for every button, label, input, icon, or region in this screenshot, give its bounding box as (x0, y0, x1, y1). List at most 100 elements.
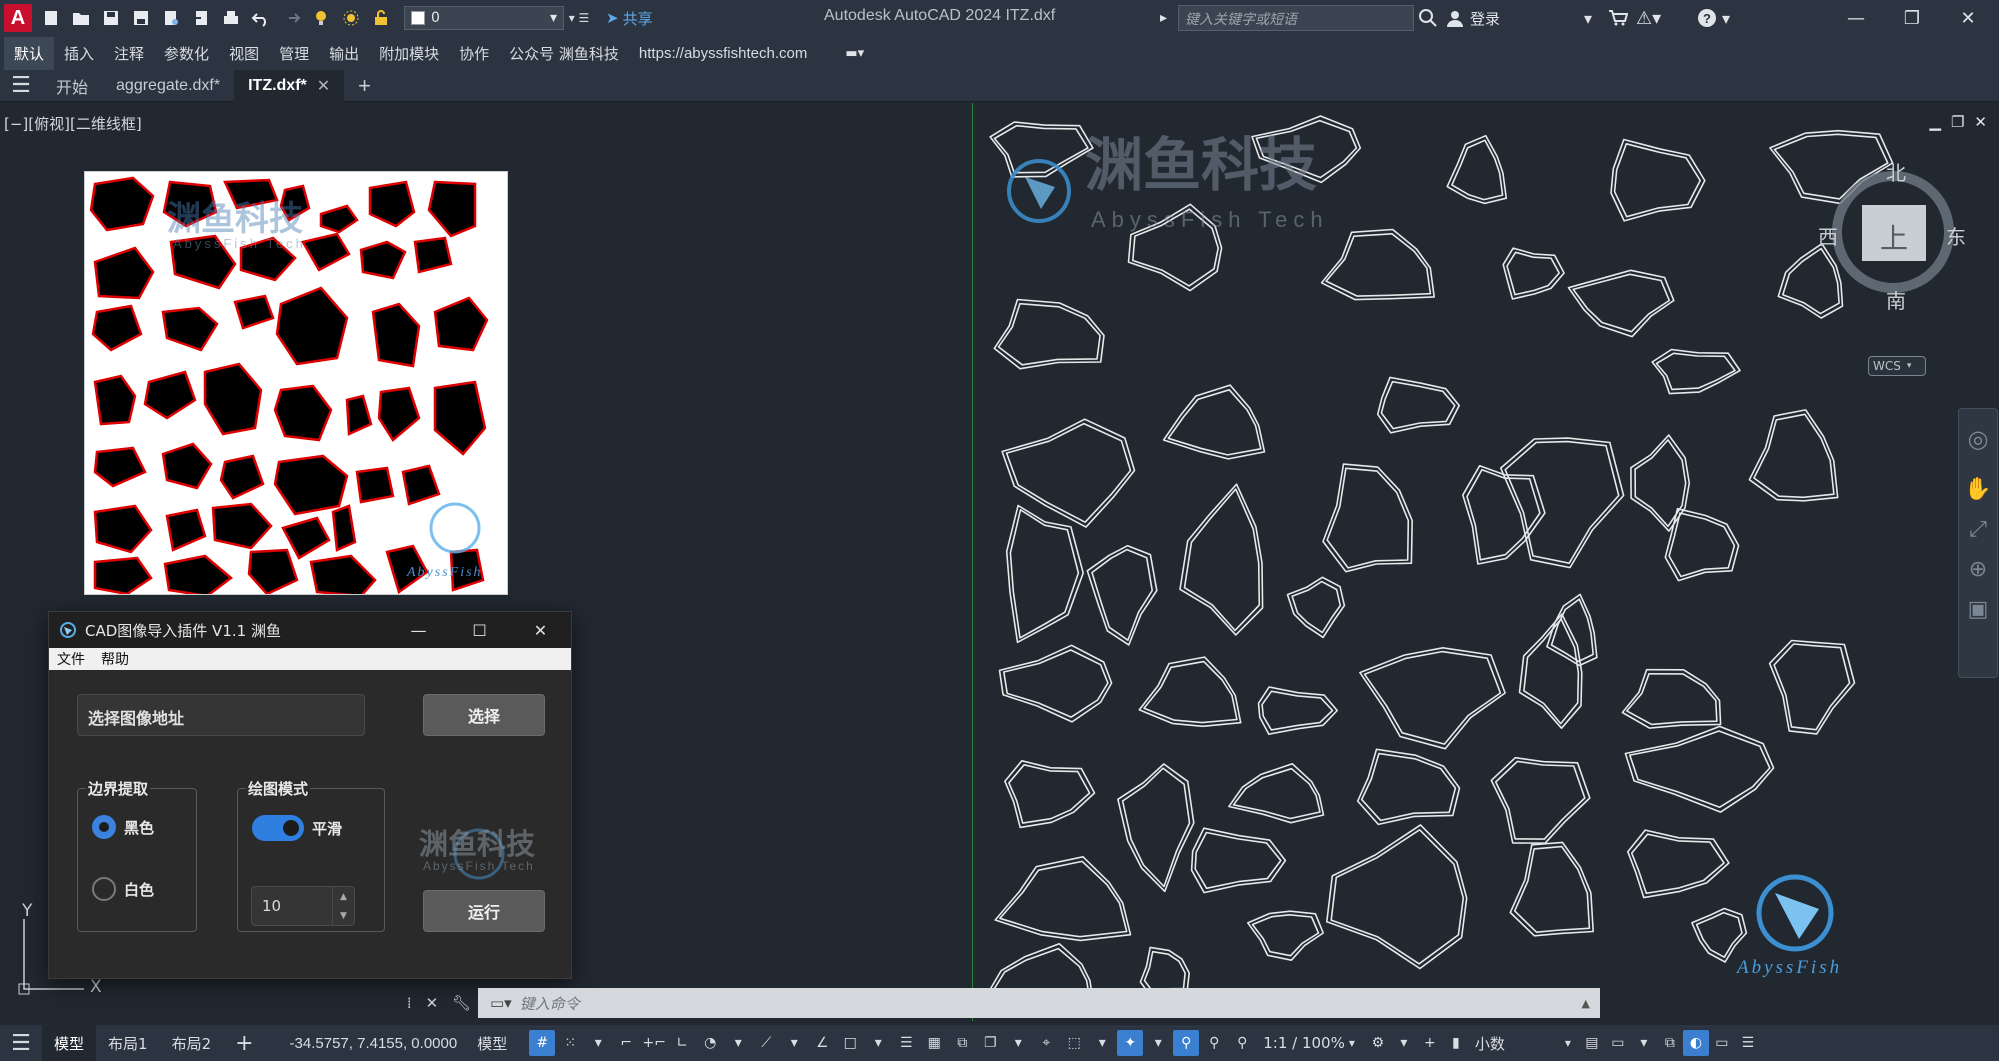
quick-properties-icon[interactable]: ▤ (1579, 1030, 1605, 1056)
clean-screen-icon[interactable]: ▭ (1709, 1030, 1735, 1056)
tab-start[interactable]: 开始 (42, 70, 102, 102)
units-dropdown[interactable]: 小数 ▾ (1475, 1033, 1571, 1054)
showmotion-icon[interactable]: ▣ (1959, 589, 1997, 629)
menu-help[interactable]: 帮助 (101, 649, 129, 669)
open-icon[interactable] (68, 5, 94, 31)
3d-osnap-icon[interactable]: ❐ (977, 1030, 1003, 1056)
menu-file[interactable]: 文件 (57, 649, 85, 669)
aggregate-outline[interactable] (1363, 650, 1502, 745)
viewport-minimize-icon[interactable]: ▁ (1929, 113, 1941, 131)
aggregate-outline[interactable] (1121, 767, 1191, 888)
lock-icon[interactable] (368, 5, 394, 31)
viewport-close-icon[interactable]: ✕ (1974, 113, 1987, 131)
close-command-icon[interactable]: ✕ (426, 994, 439, 1012)
tab-manage[interactable]: 管理 (269, 37, 319, 70)
gizmo-chevron-icon[interactable]: ▾ (1145, 1030, 1171, 1056)
dialog-maximize-icon[interactable]: ☐ (449, 612, 510, 648)
save-icon[interactable] (98, 5, 124, 31)
grid-icon[interactable]: # (529, 1030, 556, 1056)
aggregate-outline[interactable] (1513, 845, 1591, 933)
redo-icon[interactable] (278, 5, 304, 31)
search-input[interactable]: 键入关键字或短语 (1178, 5, 1414, 31)
viewcube-west[interactable]: 西 (1818, 221, 1838, 250)
workspace-chevron-icon[interactable]: ▾ (1391, 1030, 1417, 1056)
tab-file-itz[interactable]: ITZ.dxf* ✕ (234, 69, 345, 102)
aggregate-outline[interactable] (1138, 656, 1242, 728)
aggregate-outline[interactable] (1162, 384, 1266, 460)
aggregate-outline[interactable] (1502, 247, 1565, 300)
tab-view[interactable]: 视图 (219, 37, 269, 70)
login-button[interactable]: 登录 (1446, 0, 1500, 36)
annotation-scale-icon[interactable]: ⚲ (1229, 1030, 1255, 1056)
cart-icon[interactable] (1608, 0, 1628, 36)
tab-layout2[interactable]: 布局2 (160, 1025, 224, 1061)
isolate-objects-icon[interactable]: ⧉ (1657, 1030, 1683, 1056)
annotation-visibility-icon[interactable]: ⚲ (1173, 1030, 1200, 1056)
app-menu-button[interactable]: A (0, 0, 36, 36)
aggregate-outline[interactable] (1504, 440, 1620, 564)
coordinates-readout[interactable]: -34.5757, 7.4155, 0.0000 (290, 1035, 458, 1052)
polar-icon[interactable]: ◔ (697, 1030, 723, 1056)
units-icon[interactable]: ▮ (1443, 1030, 1469, 1056)
viewcube-south[interactable]: 南 (1886, 285, 1906, 314)
aggregate-outline[interactable] (1261, 690, 1334, 731)
share-button[interactable]: ➤ 共享 (606, 8, 653, 29)
annotation-scale-dropdown[interactable]: 1:1 / 100% ▾ (1263, 1034, 1355, 1052)
share-drawing-icon[interactable] (188, 5, 214, 31)
tab-collaborate[interactable]: 协作 (449, 37, 499, 70)
object-snap-icon[interactable]: □ (837, 1030, 863, 1056)
aggregate-outline[interactable] (1446, 134, 1508, 205)
smooth-toggle[interactable]: 平滑 (252, 815, 342, 841)
lightbulb-icon[interactable] (308, 5, 334, 31)
viewcube[interactable]: 北 南 西 东 上 (1818, 157, 1968, 313)
aggregate-outline[interactable] (1629, 730, 1771, 808)
isodraft-icon[interactable]: ⟋ (753, 1030, 779, 1056)
object-snap-chevron-icon[interactable]: ▾ (865, 1030, 891, 1056)
tab-output[interactable]: 输出 (319, 37, 369, 70)
layout-tabs-menu-icon[interactable]: ☰ (0, 1027, 42, 1059)
undo-icon[interactable] (248, 5, 274, 31)
viewcube-north[interactable]: 北 (1886, 157, 1906, 186)
aggregate-outline[interactable] (1748, 409, 1839, 502)
layer-dropdown[interactable]: 0 ▾ (404, 6, 564, 30)
zoom-extents-icon[interactable]: ⤢ (1959, 509, 1997, 549)
aggregate-outline[interactable] (1360, 752, 1457, 822)
selection-filter-chevron-icon[interactable]: ▾ (1089, 1030, 1115, 1056)
aggregate-outline[interactable] (1008, 764, 1091, 824)
aggregate-outline[interactable] (1655, 352, 1736, 391)
aggregate-outline[interactable] (1466, 469, 1541, 561)
aggregate-outline[interactable] (994, 856, 1132, 942)
3d-osnap-chevron-icon[interactable]: ▾ (1005, 1030, 1031, 1056)
isodraft-chevron-icon[interactable]: ▾ (781, 1030, 807, 1056)
spinbox-arrows[interactable]: ▲ ▼ (332, 887, 354, 925)
model-space-toggle[interactable]: 模型 (465, 1025, 519, 1061)
arrow-up-icon[interactable]: ▲ (340, 892, 347, 902)
aggregate-outline[interactable] (1773, 643, 1851, 731)
aggregate-outline[interactable] (1005, 422, 1132, 523)
ortho-icon[interactable]: ∟ (669, 1030, 695, 1056)
aggregate-outline[interactable] (1251, 914, 1320, 957)
steering-wheel-icon[interactable]: ◎ (1959, 409, 1997, 469)
aggregate-outline[interactable] (1326, 467, 1410, 569)
customization-icon[interactable]: ☰ (1735, 1030, 1761, 1056)
viewport-restore-icon[interactable]: ❐ (1951, 113, 1964, 131)
ribbon-minimize-icon[interactable]: ▬▾ (845, 46, 864, 61)
image-path-input[interactable]: 选择图像地址 (77, 694, 365, 736)
arrow-down-icon[interactable]: ▼ (340, 911, 347, 921)
viewcube-top[interactable]: 上 (1880, 217, 1908, 257)
dynamic-input-icon[interactable]: +⌐ (641, 1030, 667, 1056)
aggregate-outline[interactable] (1630, 833, 1725, 895)
aggregate-outline[interactable] (1634, 439, 1687, 528)
customize-wrench-icon[interactable]: 🔧︎ (452, 994, 471, 1012)
minimize-icon[interactable]: — (1828, 0, 1884, 36)
tab-file-aggregate[interactable]: aggregate.dxf* (102, 70, 234, 102)
viewport-controls-label[interactable]: [−][俯视][二维线框] (4, 113, 142, 134)
aggregate-outline[interactable] (1509, 841, 1594, 937)
close-icon[interactable]: ✕ (1940, 0, 1996, 36)
aggregate-outline[interactable] (1091, 548, 1153, 641)
smooth-value-spinbox[interactable]: 10 ▲ ▼ (251, 886, 355, 926)
aggregate-outline[interactable] (1194, 831, 1282, 890)
aggregate-outline[interactable] (1190, 827, 1287, 894)
transparency-icon[interactable]: ▦ (921, 1030, 947, 1056)
sun-icon[interactable] (338, 5, 364, 31)
